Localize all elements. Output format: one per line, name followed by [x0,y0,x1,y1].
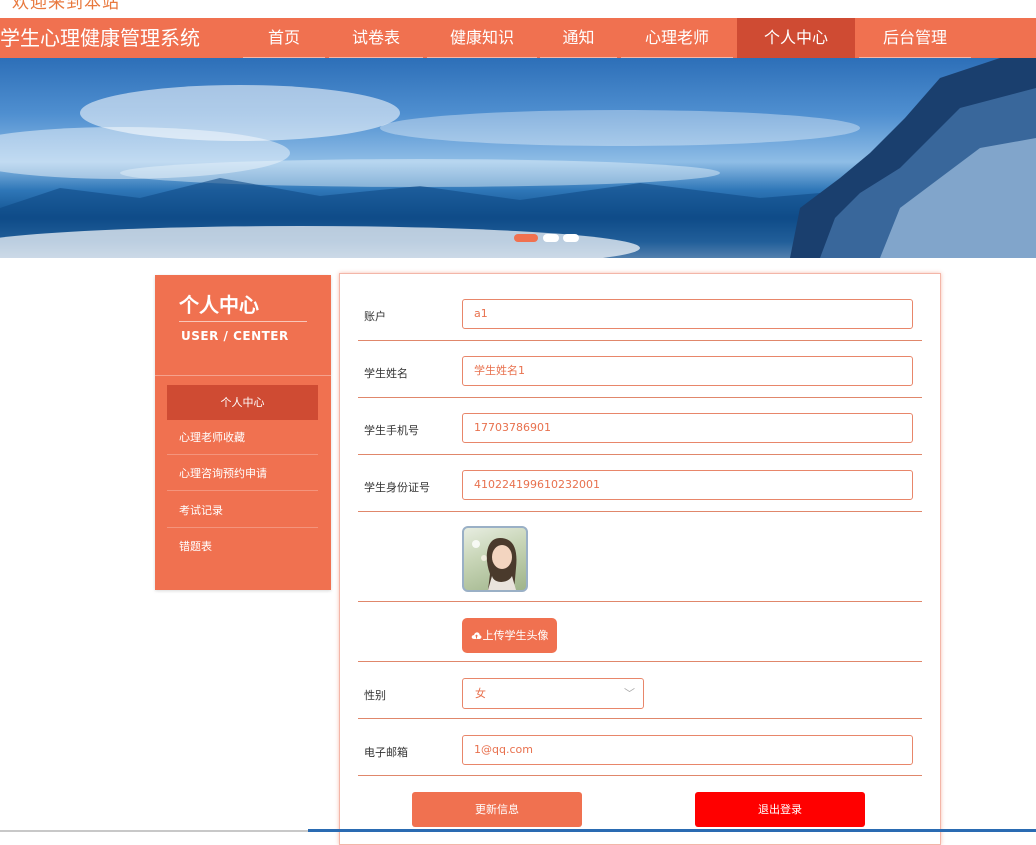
email-input[interactable]: 1@qq.com [462,735,913,765]
banner-carousel [0,58,1036,258]
upload-avatar-button[interactable]: 上传学生头像 [462,618,557,653]
form-row-account: 账户 a1 [358,274,922,341]
student-avatar [462,526,528,592]
phone-label: 学生手机号 [364,424,419,437]
student-name-input[interactable]: 学生姓名1 [462,356,913,386]
nav-notices[interactable]: 通知 [540,18,617,58]
sidebar-item-personal-center[interactable]: 个人中心 [167,385,318,420]
email-label: 电子邮箱 [364,746,408,759]
form-row-avatar [358,512,922,602]
upload-avatar-label: 上传学生头像 [482,629,549,642]
form-row-email: 电子邮箱 1@qq.com [358,719,922,776]
sidebar-item-counselor-favorites[interactable]: 心理老师收藏 [167,420,318,455]
account-input[interactable]: a1 [462,299,913,329]
sidebar-separator [155,375,331,376]
form-row-phone: 学生手机号 17703786901 [358,398,922,455]
logout-button[interactable]: 退出登录 [695,792,865,827]
nav-personal-center[interactable]: 个人中心 [737,18,855,58]
sidebar-divider [179,321,307,322]
account-label: 账户 [364,310,386,323]
nav-health-knowledge[interactable]: 健康知识 [427,18,537,58]
sidebar-subtitle: USER / CENTER [181,329,289,343]
form-row-id-number: 学生身份证号 410224199610232001 [358,455,922,512]
top-strip: 欢迎来到本站 [0,0,1036,18]
banner-image [0,58,1036,258]
sidebar-item-appointment-request[interactable]: 心理咨询预约申请 [167,456,318,491]
gender-label: 性别 [364,689,386,702]
sidebar-title: 个人中心 [179,293,259,317]
profile-form-panel: 账户 a1 学生姓名 学生姓名1 学生手机号 17703786901 学生身份证… [339,273,941,845]
id-number-input[interactable]: 410224199610232001 [462,470,913,500]
nav-home[interactable]: 首页 [243,18,325,58]
site-title: 学生心理健康管理系统 [0,26,200,50]
update-info-button[interactable]: 更新信息 [412,792,582,827]
navbar: 学生心理健康管理系统 首页 试卷表 健康知识 通知 心理老师 个人中心 后台管理 [0,18,1036,58]
id-number-label: 学生身份证号 [364,481,430,494]
cloud-upload-icon [471,632,481,639]
nav-admin[interactable]: 后台管理 [859,18,971,58]
form-row-student-name: 学生姓名 学生姓名1 [358,341,922,398]
carousel-dot-3[interactable] [563,234,579,242]
sidebar-item-exam-records[interactable]: 考试记录 [167,493,318,528]
nav-exam-papers[interactable]: 试卷表 [329,18,423,58]
carousel-dot-2[interactable] [543,234,559,242]
form-row-upload: 上传学生头像 [358,602,922,662]
sidebar: 个人中心 USER / CENTER 个人中心 心理老师收藏 心理咨询预约申请 … [155,275,331,590]
gender-selected-value: 女 [475,687,486,700]
carousel-dot-1[interactable] [514,234,538,242]
avatar-photo [472,538,517,590]
sidebar-item-wrong-questions[interactable]: 错题表 [167,529,318,564]
gender-select[interactable]: 女 ﹀ [462,678,644,709]
student-name-label: 学生姓名 [364,367,408,380]
nav-counselors[interactable]: 心理老师 [621,18,733,58]
form-row-gender: 性别 女 ﹀ [358,662,922,719]
chevron-down-icon: ﹀ [624,687,635,700]
welcome-text: 欢迎来到本站 [12,0,120,13]
phone-input[interactable]: 17703786901 [462,413,913,443]
